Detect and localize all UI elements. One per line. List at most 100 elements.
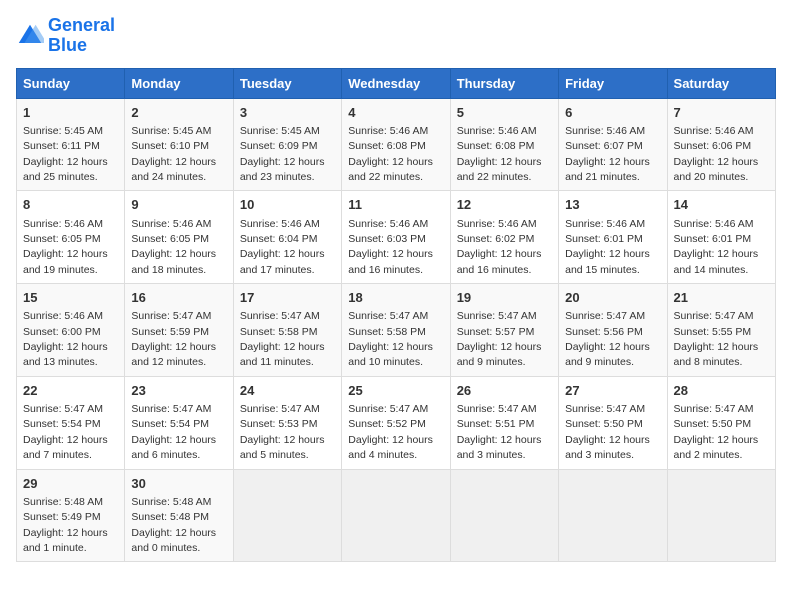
- day-number: 1: [23, 104, 118, 122]
- calendar-cell: 19 Sunrise: 5:47 AMSunset: 5:57 PMDayligh…: [450, 284, 558, 377]
- calendar-cell: [450, 469, 558, 562]
- day-number: 25: [348, 382, 443, 400]
- day-number: 16: [131, 289, 226, 307]
- calendar-cell: 7 Sunrise: 5:46 AMSunset: 6:06 PMDaylight…: [667, 98, 775, 191]
- calendar-cell: [559, 469, 667, 562]
- calendar-cell: 24Sunrise: 5:47 AMSunset: 5:53 PMDayligh…: [233, 376, 341, 469]
- calendar-cell: 15 Sunrise: 5:46 AMSunset: 6:00 PMDayligh…: [17, 284, 125, 377]
- calendar-cell: 20 Sunrise: 5:47 AMSunset: 5:56 PMDayligh…: [559, 284, 667, 377]
- calendar-cell: [342, 469, 450, 562]
- day-info: Sunrise: 5:46 AMSunset: 6:08 PMDaylight:…: [348, 125, 433, 183]
- calendar-cell: 11 Sunrise: 5:46 AMSunset: 6:03 PMDayligh…: [342, 191, 450, 284]
- day-number: 29: [23, 475, 118, 493]
- calendar-cell: 26 Sunrise: 5:47 AMSunset: 5:51 PMDayligh…: [450, 376, 558, 469]
- col-header-wednesday: Wednesday: [342, 68, 450, 98]
- calendar-cell: 28 Sunrise: 5:47 AMSunset: 5:50 PMDayligh…: [667, 376, 775, 469]
- calendar-cell: 16 Sunrise: 5:47 AMSunset: 5:59 PMDayligh…: [125, 284, 233, 377]
- header-row: SundayMondayTuesdayWednesdayThursdayFrid…: [17, 68, 776, 98]
- day-info: Sunrise: 5:46 AMSunset: 6:05 PMDaylight:…: [131, 218, 216, 276]
- col-header-tuesday: Tuesday: [233, 68, 341, 98]
- day-info: Sunrise: 5:48 AMSunset: 5:48 PMDaylight:…: [131, 496, 216, 554]
- calendar-cell: 17 Sunrise: 5:47 AMSunset: 5:58 PMDayligh…: [233, 284, 341, 377]
- calendar-cell: 12 Sunrise: 5:46 AMSunset: 6:02 PMDayligh…: [450, 191, 558, 284]
- day-info: Sunrise: 5:47 AMSunset: 5:54 PMDaylight:…: [23, 403, 108, 461]
- day-number: 4: [348, 104, 443, 122]
- day-info: Sunrise: 5:47 AMSunset: 5:56 PMDaylight:…: [565, 310, 650, 368]
- col-header-saturday: Saturday: [667, 68, 775, 98]
- logo-icon: [16, 22, 44, 50]
- calendar-cell: 6 Sunrise: 5:46 AMSunset: 6:07 PMDaylight…: [559, 98, 667, 191]
- day-info: Sunrise: 5:46 AMSunset: 6:06 PMDaylight:…: [674, 125, 759, 183]
- calendar-cell: 8Sunrise: 5:46 AMSunset: 6:05 PMDaylight…: [17, 191, 125, 284]
- day-number: 13: [565, 196, 660, 214]
- day-number: 27: [565, 382, 660, 400]
- day-info: Sunrise: 5:46 AMSunset: 6:02 PMDaylight:…: [457, 218, 542, 276]
- calendar-cell: 13 Sunrise: 5:46 AMSunset: 6:01 PMDayligh…: [559, 191, 667, 284]
- day-info: Sunrise: 5:46 AMSunset: 6:07 PMDaylight:…: [565, 125, 650, 183]
- header: General Blue: [16, 16, 776, 56]
- col-header-monday: Monday: [125, 68, 233, 98]
- calendar-cell: 30 Sunrise: 5:48 AMSunset: 5:48 PMDayligh…: [125, 469, 233, 562]
- day-number: 14: [674, 196, 769, 214]
- col-header-thursday: Thursday: [450, 68, 558, 98]
- day-number: 5: [457, 104, 552, 122]
- day-number: 7: [674, 104, 769, 122]
- day-info: Sunrise: 5:47 AMSunset: 5:55 PMDaylight:…: [674, 310, 759, 368]
- day-number: 26: [457, 382, 552, 400]
- week-row-2: 8Sunrise: 5:46 AMSunset: 6:05 PMDaylight…: [17, 191, 776, 284]
- day-info: Sunrise: 5:47 AMSunset: 5:58 PMDaylight:…: [348, 310, 433, 368]
- calendar-cell: 10 Sunrise: 5:46 AMSunset: 6:04 PMDayligh…: [233, 191, 341, 284]
- calendar-cell: 3Sunrise: 5:45 AMSunset: 6:09 PMDaylight…: [233, 98, 341, 191]
- day-info: Sunrise: 5:47 AMSunset: 5:54 PMDaylight:…: [131, 403, 216, 461]
- calendar-cell: 9 Sunrise: 5:46 AMSunset: 6:05 PMDaylight…: [125, 191, 233, 284]
- day-number: 21: [674, 289, 769, 307]
- day-number: 17: [240, 289, 335, 307]
- calendar-cell: 1 Sunrise: 5:45 AMSunset: 6:11 PMDaylight…: [17, 98, 125, 191]
- calendar-cell: 21 Sunrise: 5:47 AMSunset: 5:55 PMDayligh…: [667, 284, 775, 377]
- day-info: Sunrise: 5:47 AMSunset: 5:51 PMDaylight:…: [457, 403, 542, 461]
- logo-text: General Blue: [48, 16, 115, 56]
- week-row-1: 1 Sunrise: 5:45 AMSunset: 6:11 PMDaylight…: [17, 98, 776, 191]
- calendar-cell: 18Sunrise: 5:47 AMSunset: 5:58 PMDayligh…: [342, 284, 450, 377]
- day-info: Sunrise: 5:47 AMSunset: 5:50 PMDaylight:…: [565, 403, 650, 461]
- day-info: Sunrise: 5:46 AMSunset: 6:00 PMDaylight:…: [23, 310, 108, 368]
- day-number: 12: [457, 196, 552, 214]
- week-row-3: 15 Sunrise: 5:46 AMSunset: 6:00 PMDayligh…: [17, 284, 776, 377]
- day-number: 30: [131, 475, 226, 493]
- day-info: Sunrise: 5:47 AMSunset: 5:52 PMDaylight:…: [348, 403, 433, 461]
- day-number: 2: [131, 104, 226, 122]
- day-info: Sunrise: 5:47 AMSunset: 5:57 PMDaylight:…: [457, 310, 542, 368]
- col-header-sunday: Sunday: [17, 68, 125, 98]
- col-header-friday: Friday: [559, 68, 667, 98]
- calendar-cell: 22 Sunrise: 5:47 AMSunset: 5:54 PMDayligh…: [17, 376, 125, 469]
- day-number: 3: [240, 104, 335, 122]
- day-info: Sunrise: 5:46 AMSunset: 6:03 PMDaylight:…: [348, 218, 433, 276]
- calendar-cell: 27 Sunrise: 5:47 AMSunset: 5:50 PMDayligh…: [559, 376, 667, 469]
- day-number: 28: [674, 382, 769, 400]
- day-number: 10: [240, 196, 335, 214]
- day-info: Sunrise: 5:47 AMSunset: 5:50 PMDaylight:…: [674, 403, 759, 461]
- day-info: Sunrise: 5:47 AMSunset: 5:59 PMDaylight:…: [131, 310, 216, 368]
- day-number: 9: [131, 196, 226, 214]
- day-info: Sunrise: 5:45 AMSunset: 6:11 PMDaylight:…: [23, 125, 108, 183]
- day-number: 19: [457, 289, 552, 307]
- calendar-cell: 14Sunrise: 5:46 AMSunset: 6:01 PMDayligh…: [667, 191, 775, 284]
- day-info: Sunrise: 5:46 AMSunset: 6:01 PMDaylight:…: [565, 218, 650, 276]
- calendar-cell: [233, 469, 341, 562]
- calendar-cell: [667, 469, 775, 562]
- calendar-cell: 2Sunrise: 5:45 AMSunset: 6:10 PMDaylight…: [125, 98, 233, 191]
- day-info: Sunrise: 5:46 AMSunset: 6:05 PMDaylight:…: [23, 218, 108, 276]
- day-info: Sunrise: 5:47 AMSunset: 5:58 PMDaylight:…: [240, 310, 325, 368]
- day-number: 15: [23, 289, 118, 307]
- logo: General Blue: [16, 16, 115, 56]
- day-number: 6: [565, 104, 660, 122]
- week-row-4: 22 Sunrise: 5:47 AMSunset: 5:54 PMDayligh…: [17, 376, 776, 469]
- calendar-cell: 29Sunrise: 5:48 AMSunset: 5:49 PMDayligh…: [17, 469, 125, 562]
- day-number: 20: [565, 289, 660, 307]
- day-number: 23: [131, 382, 226, 400]
- week-row-5: 29Sunrise: 5:48 AMSunset: 5:49 PMDayligh…: [17, 469, 776, 562]
- day-number: 11: [348, 196, 443, 214]
- day-info: Sunrise: 5:46 AMSunset: 6:04 PMDaylight:…: [240, 218, 325, 276]
- day-number: 22: [23, 382, 118, 400]
- day-info: Sunrise: 5:46 AMSunset: 6:08 PMDaylight:…: [457, 125, 542, 183]
